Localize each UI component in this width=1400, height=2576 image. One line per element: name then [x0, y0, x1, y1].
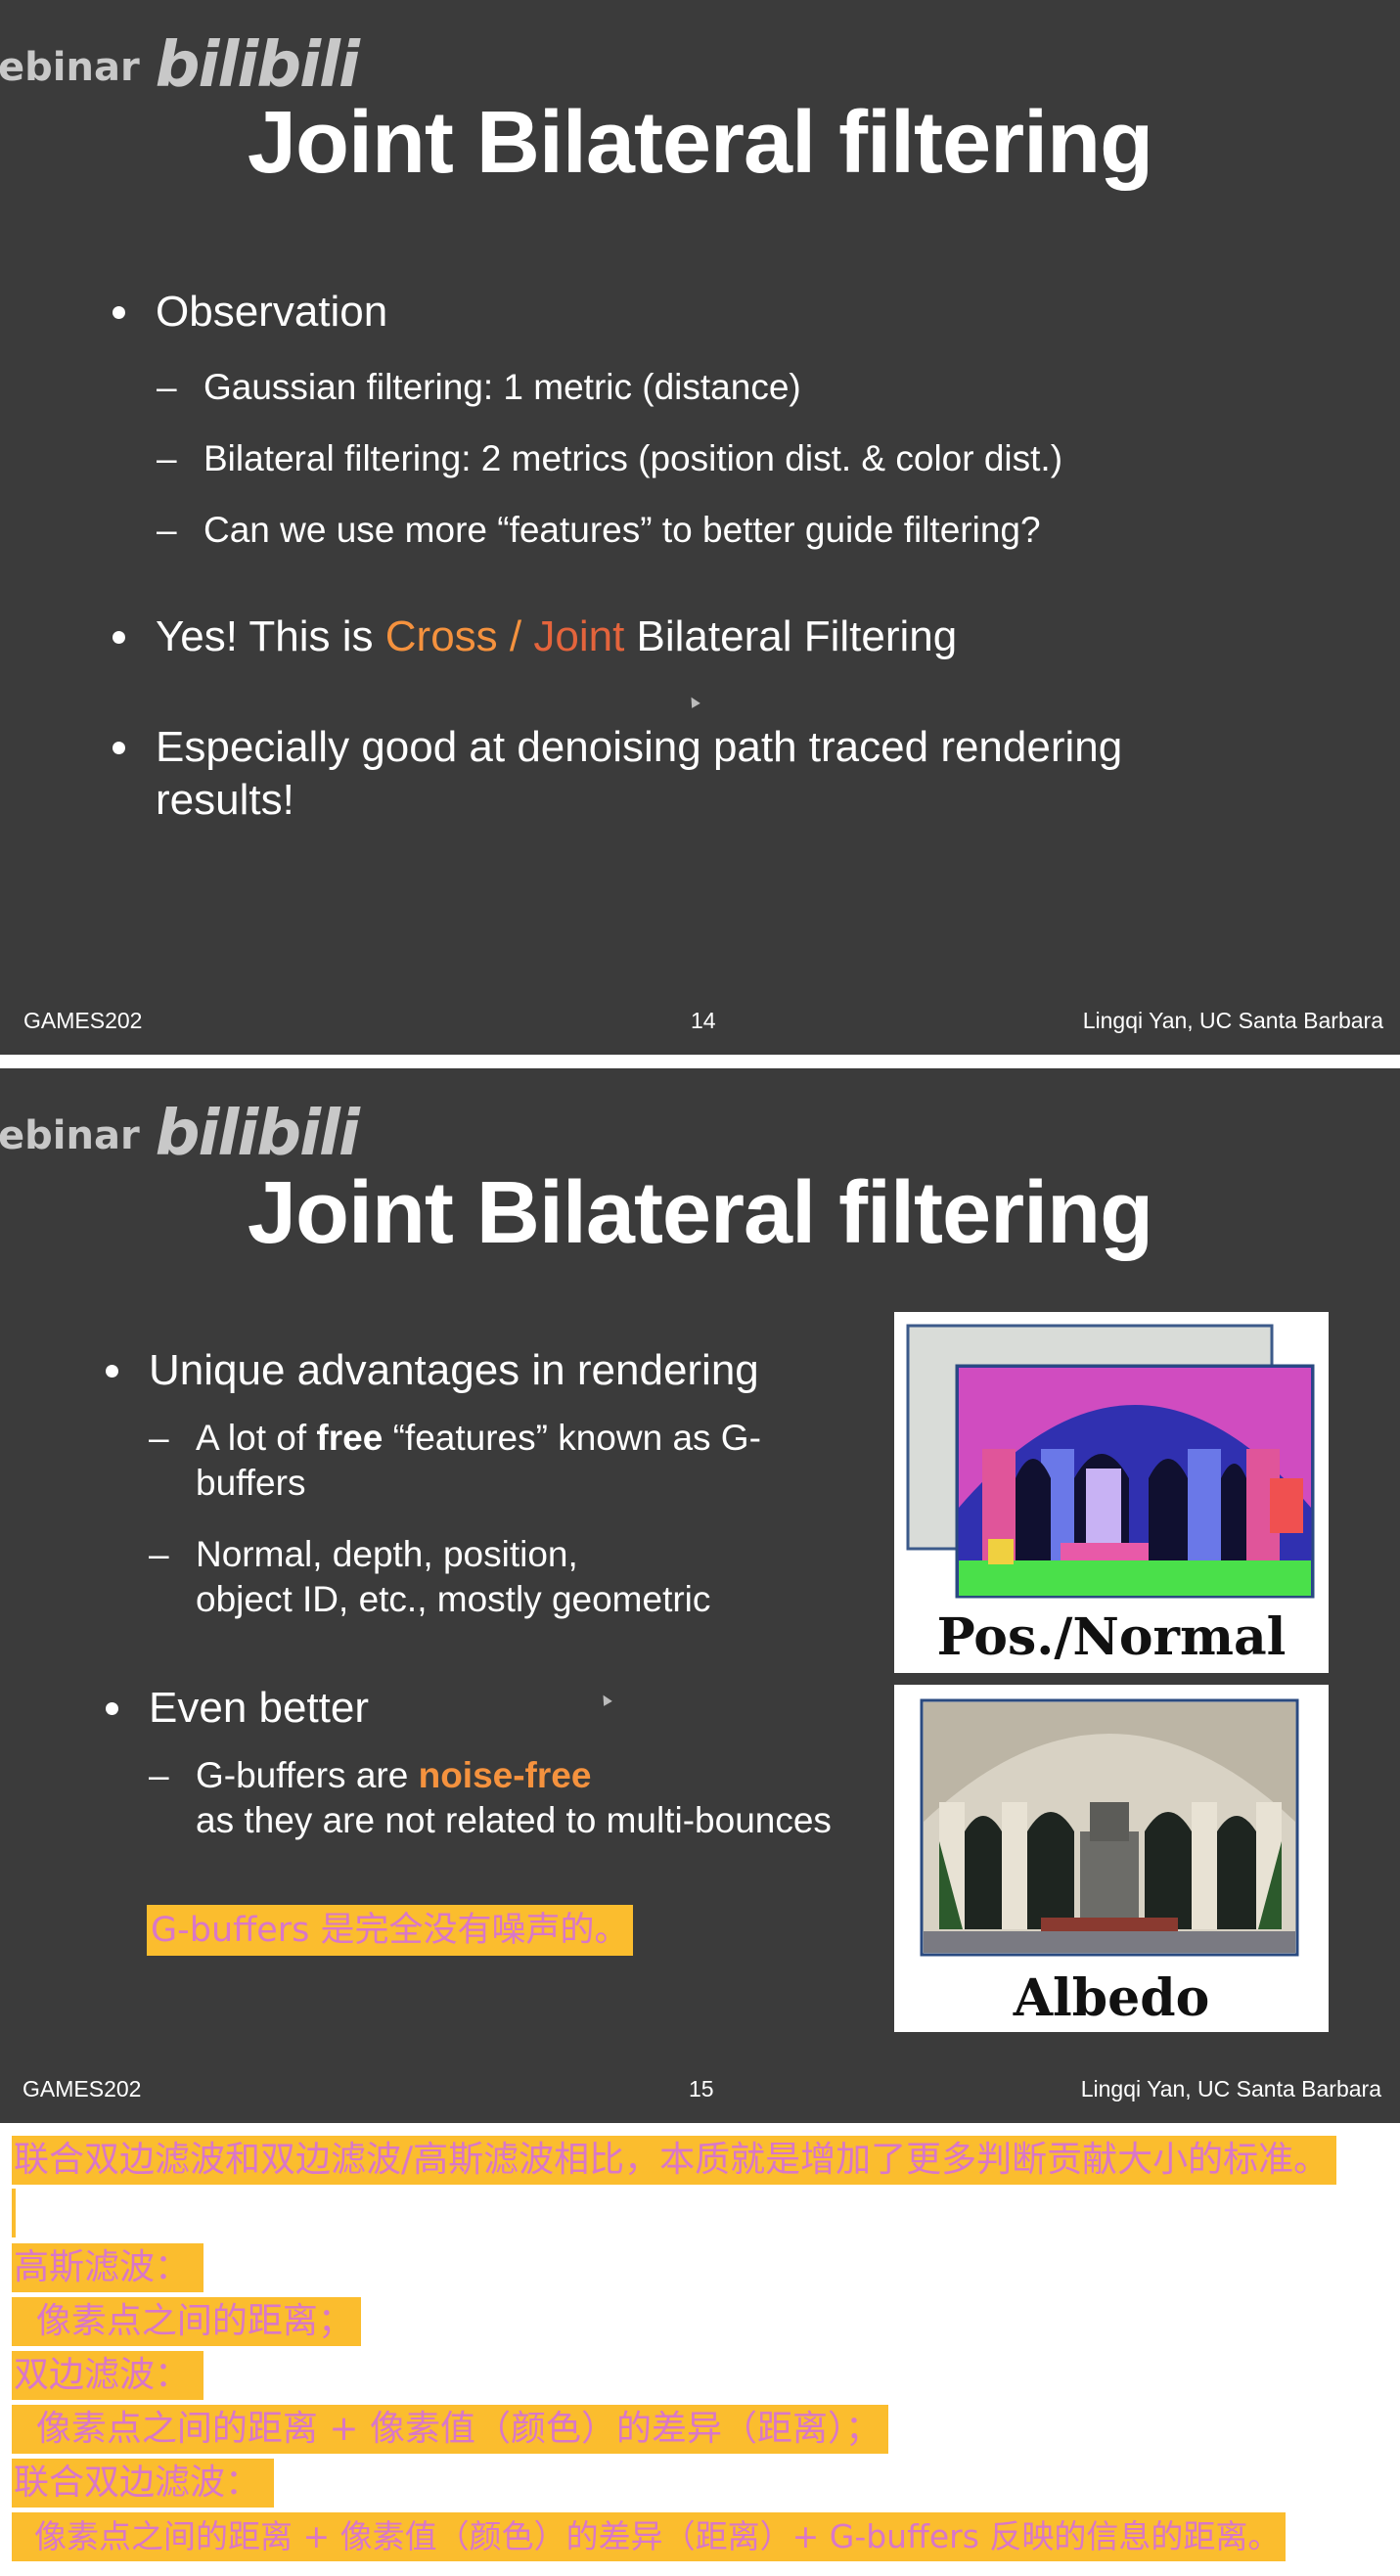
note-gaussian-heading: 高斯滤波： — [12, 2242, 204, 2292]
footer-author: Lingqi Yan, UC Santa Barbara — [1082, 1008, 1383, 1033]
position-normal-illustration — [906, 1324, 1315, 1599]
notes-section: 联合双边滤波和双边滤波/高斯滤波相比，本质就是增加了更多判断贡献大小的标准。 高… — [0, 2123, 1400, 2576]
note-bilateral-detail: 像素点之间的距离 + 像素值（颜色）的差异（距离）； — [12, 2404, 888, 2454]
mouse-cursor-icon — [687, 695, 700, 708]
joint-highlight: Joint — [533, 612, 625, 660]
slide-14: ebinar bilibili Joint Bilateral filtering… — [0, 0, 1400, 1055]
sub-bullet-noise-free: G-buffers are noise-free as they are not… — [149, 1753, 832, 1843]
sub-bullet-features: Can we use more “features” to better gui… — [157, 508, 1041, 553]
note-summary: 联合双边滤波和双边滤波/高斯滤波相比，本质就是增加了更多判断贡献大小的标准。 — [12, 2135, 1337, 2185]
slide-separator — [0, 1055, 1400, 1068]
caption-albedo: Albedo — [1013, 1968, 1210, 2028]
bilibili-logo-icon: bilibili — [155, 29, 360, 102]
sub-bullet-geometric: Normal, depth, position, object ID, etc.… — [149, 1532, 710, 1622]
caption-pos-normal: Pos./Normal — [936, 1607, 1287, 1667]
slide-15: ebinar bilibili Joint Bilateral filtering… — [0, 1068, 1400, 2123]
slide-title: Joint Bilateral filtering — [247, 1164, 1153, 1262]
note-joint-heading: 联合双边滤波： — [12, 2458, 275, 2508]
bullet-cross-joint: Yes! This is Cross / Joint Bilateral Fil… — [112, 610, 957, 663]
gbuffer-albedo-image: Albedo — [894, 1685, 1329, 2032]
footer-page-number: 15 — [689, 2076, 714, 2101]
footer-course: GAMES202 — [23, 2076, 142, 2101]
sub-bullet-free-features: A lot of free “features” known as G- buf… — [149, 1416, 761, 1506]
slide-title: Joint Bilateral filtering — [247, 94, 1153, 192]
bullet-unique-advantages: Unique advantages in rendering — [106, 1344, 759, 1397]
annotation-highlight: G-buffers 是完全没有噪声的。 — [147, 1905, 633, 1956]
sub-bullet-gaussian: Gaussian filtering: 1 metric (distance) — [157, 365, 801, 410]
footer-course: GAMES202 — [23, 1008, 143, 1033]
gbuffer-position-normal-image: Pos./Normal — [894, 1312, 1329, 1673]
cross-highlight: Cross / — [384, 612, 534, 660]
bilibili-watermark: ebinar bilibili — [0, 1098, 360, 1170]
mouse-cursor-icon — [599, 1693, 612, 1706]
bullet-denoising: Especially good at denoising path traced… — [112, 721, 1122, 827]
sub-bullet-bilateral: Bilateral filtering: 2 metrics (position… — [157, 436, 1062, 481]
footer-page-number: 14 — [691, 1008, 716, 1033]
note-gaussian-detail: 像素点之间的距离； — [12, 2296, 361, 2346]
footer-author: Lingqi Yan, UC Santa Barbara — [1080, 2076, 1381, 2101]
bullet-even-better: Even better — [105, 1682, 369, 1735]
note-blank-line — [12, 2189, 16, 2237]
bilibili-logo-icon: bilibili — [155, 1098, 360, 1170]
bullet-observation: Observation — [112, 286, 387, 339]
albedo-illustration — [920, 1698, 1299, 1957]
note-joint-detail: 像素点之间的距离 + 像素值（颜色）的差异（距离）+ G-buffers 反映的… — [12, 2511, 1287, 2561]
bilibili-watermark: ebinar bilibili — [0, 29, 360, 102]
note-bilateral-heading: 双边滤波： — [12, 2350, 204, 2400]
